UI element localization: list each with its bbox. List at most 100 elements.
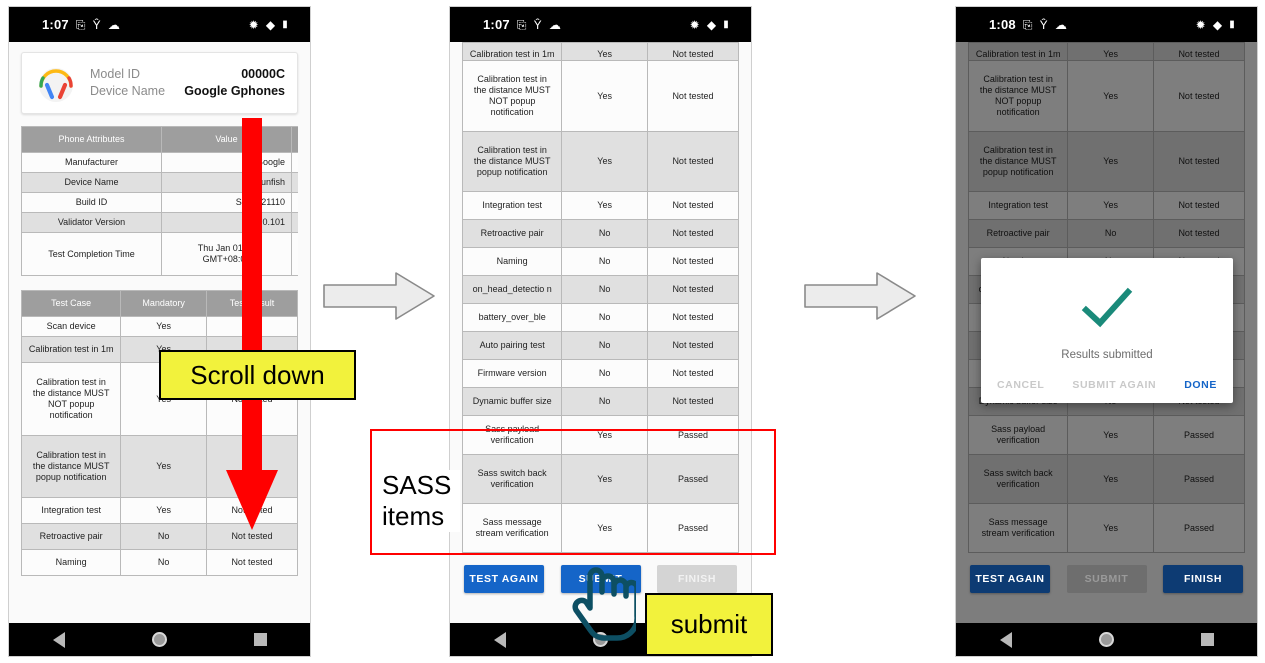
home-icon[interactable] xyxy=(1098,632,1114,647)
scroll-down-annotation: Scroll down xyxy=(159,350,356,400)
status-bar-clock: 1:08 xyxy=(989,17,1016,32)
cloud-icon: ☁ xyxy=(1054,17,1068,32)
recents-icon[interactable] xyxy=(1200,633,1214,646)
table-row: battery_over_bleNoNot tested xyxy=(461,303,740,332)
cell-result: Not tested xyxy=(205,549,299,576)
attr-overflow xyxy=(291,192,298,213)
phone-screenshot-3: 1:08 ⎘ Ŷ ☁ ✹ ◆ ▮ Calibration test in 1mY… xyxy=(955,6,1258,657)
attr-name: Device Name xyxy=(21,172,162,193)
cell-result: Not tested xyxy=(646,359,740,388)
scroll-down-annotation-label: Scroll down xyxy=(190,359,325,390)
dialog-submit-again-button: SUBMIT AGAIN xyxy=(1072,379,1157,391)
table-row: Dynamic buffer sizeNoNot tested xyxy=(461,387,740,416)
cell-mandatory: Yes xyxy=(561,191,648,220)
sync-icon: ⎘ xyxy=(516,17,527,32)
cell-test-case: Firmware version xyxy=(461,359,563,388)
table-row: Integration testYesNot tested xyxy=(461,191,740,220)
col-phone-attributes: Phone Attributes xyxy=(21,126,162,153)
status-bar: 1:07 ⎘ Ŷ ☁ ✹ ◆ ▮ xyxy=(9,7,310,42)
earbuds-icon xyxy=(34,63,78,103)
submit-button: SUBMIT xyxy=(1066,565,1147,593)
cell-mandatory: No xyxy=(561,247,648,276)
cell-mandatory: Yes xyxy=(120,435,207,498)
cell-test-case: Retroactive pair xyxy=(461,219,563,248)
cell-test-case: Naming xyxy=(20,549,122,576)
col-mandatory: Mandatory xyxy=(120,290,207,317)
status-bar-right: ✹ ◆ ▮ xyxy=(690,19,729,31)
attr-name: Manufacturer xyxy=(21,152,162,173)
home-icon[interactable] xyxy=(151,632,167,647)
cell-test-case: on_head_detectio n xyxy=(461,275,563,304)
table-row: Firmware versionNoNot tested xyxy=(461,359,740,388)
check-mark-icon xyxy=(981,274,1233,339)
finish-button[interactable]: FINISH xyxy=(1163,565,1243,593)
cell-result: Not tested xyxy=(646,331,740,360)
dialog-message: Results submitted xyxy=(1061,349,1153,361)
attr-overflow xyxy=(291,152,298,173)
device-info-row: Device Name Google Gphones xyxy=(90,83,285,100)
device-name-label: Device Name xyxy=(90,84,166,98)
cell-result: Not tested xyxy=(646,303,740,332)
bluetooth-icon: ✹ xyxy=(248,17,259,32)
device-info-row: Model ID 00000C xyxy=(90,66,285,83)
cell-test-case: Scan device xyxy=(20,316,122,337)
cell-test-case: Calibration test in the distance MUST po… xyxy=(461,131,563,192)
wifi-icon: ◆ xyxy=(265,17,276,32)
submit-annotation: submit xyxy=(645,593,773,656)
back-icon[interactable] xyxy=(493,631,506,648)
status-bar: 1:07 ⎘ Ŷ ☁ ✹ ◆ ▮ xyxy=(450,7,751,42)
cell-result: Not tested xyxy=(646,387,740,416)
cell-mandatory: No xyxy=(561,275,648,304)
cell-result: Not tested xyxy=(646,42,740,61)
test-again-button[interactable]: TEST AGAIN xyxy=(970,565,1050,593)
cell-test-case: Integration test xyxy=(461,191,563,220)
cell-mandatory: Yes xyxy=(561,60,648,132)
bluetooth-icon: ✹ xyxy=(1195,17,1206,32)
test-again-button[interactable]: TEST AGAIN xyxy=(464,565,544,593)
attr-name: Validator Version xyxy=(21,212,162,233)
submit-annotation-label: submit xyxy=(670,609,748,639)
sync-icon: ⎘ xyxy=(75,17,86,32)
table-row: Calibration test in the distance MUST NO… xyxy=(461,60,740,132)
status-bar-clock: 1:07 xyxy=(483,17,510,32)
cell-mandatory: Yes xyxy=(561,42,648,61)
table-row: on_head_detectio nNoNot tested xyxy=(461,275,740,304)
bluetooth-icon: ✹ xyxy=(689,17,700,32)
cloud-icon: ☁ xyxy=(548,17,562,32)
cell-mandatory: No xyxy=(561,359,648,388)
device-info-rows: Model ID 00000C Device Name Google Gphon… xyxy=(90,66,285,100)
cell-mandatory: No xyxy=(120,523,207,550)
attr-overflow xyxy=(291,212,298,233)
battery-icon: ▮ xyxy=(1229,18,1235,30)
sass-items-annotation: SASS items xyxy=(382,470,460,532)
results-submitted-dialog: Results submitted CANCEL SUBMIT AGAIN DO… xyxy=(981,258,1233,403)
finish-button: FINISH xyxy=(657,565,737,593)
cell-mandatory: Yes xyxy=(120,316,207,337)
status-bar-right: ✹ ◆ ▮ xyxy=(249,19,288,31)
attr-overflow xyxy=(291,232,298,276)
android-nav-bar xyxy=(956,623,1257,656)
col-test-case: Test Case xyxy=(20,290,122,317)
dialog-button-row: CANCEL SUBMIT AGAIN DONE xyxy=(981,361,1233,395)
wifi-icon: ◆ xyxy=(1212,17,1223,32)
back-icon[interactable] xyxy=(999,631,1012,648)
dialog-done-button[interactable]: DONE xyxy=(1184,379,1217,391)
flow-arrow-1-icon xyxy=(322,270,436,322)
status-bar-left: 1:07 ⎘ Ŷ ☁ xyxy=(483,17,561,32)
cell-test-case: Calibration test in 1m xyxy=(20,336,122,363)
cell-mandatory: No xyxy=(561,219,648,248)
cell-test-case: Auto pairing test xyxy=(461,331,563,360)
cell-mandatory: No xyxy=(561,387,648,416)
cell-test-case: Calibration test in 1m xyxy=(461,42,563,61)
table-row: Calibration test in the distance MUST po… xyxy=(461,131,740,192)
cell-result: Not tested xyxy=(646,60,740,132)
scroll-down-arrow-icon xyxy=(222,118,282,538)
cell-result: Not tested xyxy=(646,191,740,220)
cell-test-case: Dynamic buffer size xyxy=(461,387,563,416)
cell-result: Not tested xyxy=(646,219,740,248)
back-icon[interactable] xyxy=(52,631,65,648)
cell-test-case: Integration test xyxy=(20,497,122,524)
recents-icon[interactable] xyxy=(253,633,267,646)
cell-test-case: Calibration test in the distance MUST NO… xyxy=(20,362,122,436)
attr-name: Test Completion Time xyxy=(21,232,162,276)
